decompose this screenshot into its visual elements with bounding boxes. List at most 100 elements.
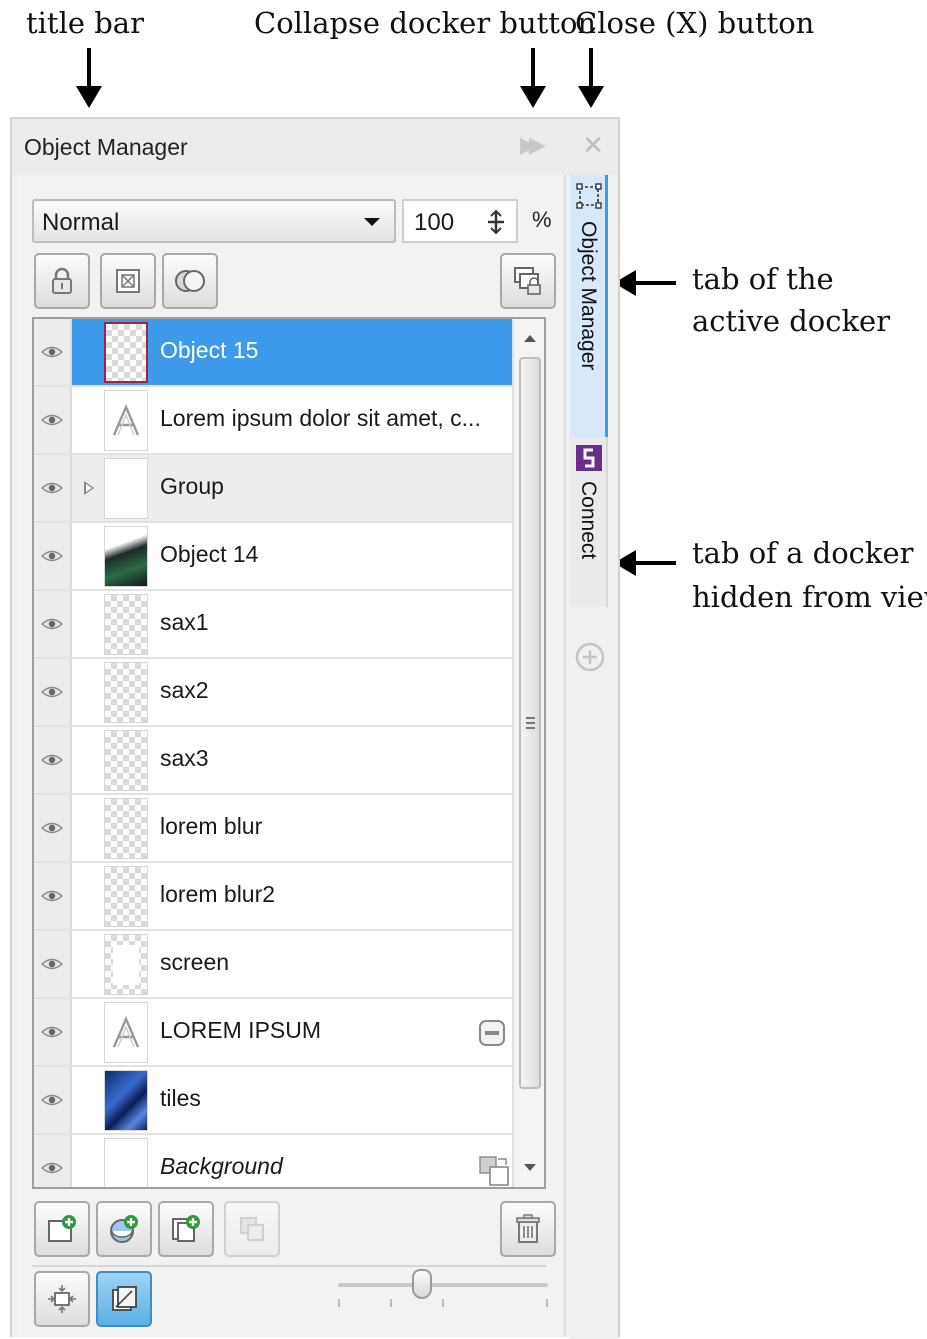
tab-connect[interactable]: Connect <box>570 437 608 607</box>
visibility-eye-icon[interactable] <box>34 319 72 385</box>
show-thumbnails-button[interactable] <box>96 1271 152 1327</box>
scroll-down-icon[interactable] <box>524 1164 536 1171</box>
layer-row[interactable]: Object 15 <box>34 319 512 387</box>
visibility-eye-icon[interactable] <box>34 795 72 861</box>
layer-row[interactable]: Lorem ipsum dolor sit amet, c... <box>34 387 512 455</box>
object-list: Background tiles LOREM IPSUM screen lorem bl… <box>32 317 546 1189</box>
trash-icon <box>516 1214 540 1243</box>
scroll-up-icon[interactable] <box>524 335 536 342</box>
title-bar: Object Manager ▶▶ ✕ <box>12 119 618 175</box>
layer-thumbnail <box>104 458 148 519</box>
opacity-value: 100 <box>414 209 455 236</box>
visibility-eye-icon[interactable] <box>34 387 72 453</box>
layer-label: Lorem ipsum dolor sit amet, c... <box>160 405 481 431</box>
visibility-eye-icon[interactable] <box>34 659 72 725</box>
layer-row[interactable]: lorem blur2 <box>34 863 512 931</box>
opacity-unit: % <box>532 207 552 232</box>
thumbnail-size-slider[interactable] <box>338 1283 548 1287</box>
layer-thumbnail <box>104 730 148 791</box>
layer-thumbnail <box>104 594 148 655</box>
layer-thumbnail <box>104 526 148 587</box>
new-master-layer-button[interactable] <box>96 1201 152 1257</box>
chevron-down-icon <box>364 218 380 226</box>
annotation-title-bar: title bar <box>26 6 144 40</box>
layer-row[interactable]: screen <box>34 931 512 999</box>
connect-icon <box>576 445 602 471</box>
layer-label: LOREM IPSUM <box>160 1017 322 1043</box>
docker-tab-strip: Object Manager Connect <box>570 175 618 1339</box>
visibility-eye-icon[interactable] <box>34 455 72 521</box>
tab-label-object-manager: Object Manager <box>577 221 600 371</box>
blend-mode-value: Normal <box>42 209 120 236</box>
tab-label-connect: Connect <box>577 481 600 560</box>
annotation-active-tab-2: active docker <box>692 304 891 338</box>
arrow-close-button <box>578 48 604 108</box>
delete-button[interactable] <box>500 1201 556 1257</box>
layer-row[interactable]: Background <box>34 1135 512 1187</box>
annotation-hidden-tab-1: tab of a docker <box>692 536 914 570</box>
layer-row[interactable]: LOREM IPSUM <box>34 999 512 1067</box>
layer-label: screen <box>160 949 230 975</box>
expand-triangle-icon[interactable] <box>84 481 94 495</box>
layer-label: sax1 <box>160 609 209 635</box>
blend-mode-select[interactable]: Normal <box>32 199 396 243</box>
collapse-docker-button[interactable]: ▶▶ <box>520 133 554 163</box>
thumbnails-icon <box>112 1286 137 1311</box>
grip-icon <box>526 717 535 732</box>
layer-thumbnail <box>104 322 148 383</box>
visibility-eye-icon[interactable] <box>34 1135 72 1187</box>
layer-thumbnail <box>104 934 148 995</box>
visibility-eye-icon[interactable] <box>34 931 72 997</box>
layer-label: lorem blur2 <box>160 881 276 907</box>
lock-icon <box>52 267 72 294</box>
add-docker-icon[interactable] <box>574 641 606 673</box>
combine-mask-button[interactable] <box>162 253 218 309</box>
slider-ticks <box>338 1299 548 1309</box>
layer-row[interactable]: lorem blur <box>34 795 512 863</box>
lock-button[interactable] <box>34 253 90 309</box>
new-page-button[interactable] <box>158 1201 214 1257</box>
visibility-eye-icon[interactable] <box>34 523 72 589</box>
layer-thumbnail <box>104 866 148 927</box>
layer-row[interactable]: tiles <box>34 1067 512 1135</box>
layer-row[interactable]: sax1 <box>34 591 512 659</box>
text-frame-icon <box>478 1019 506 1047</box>
visibility-eye-icon[interactable] <box>34 591 72 657</box>
toolbar-divider <box>32 1265 546 1267</box>
visibility-eye-icon[interactable] <box>34 727 72 793</box>
arrow-title-bar <box>76 48 102 108</box>
layer-row[interactable]: Group <box>34 455 512 523</box>
move-to-layer-icon <box>240 1217 264 1241</box>
layer-row[interactable]: sax2 <box>34 659 512 727</box>
close-docker-button[interactable]: ✕ <box>578 131 608 161</box>
arrow-hidden-tab <box>614 550 676 576</box>
layer-label: tiles <box>160 1085 201 1111</box>
arrow-active-tab <box>614 270 676 296</box>
layer-row[interactable]: sax3 <box>34 727 512 795</box>
visibility-eye-icon[interactable] <box>34 999 72 1065</box>
layer-label: sax3 <box>160 745 209 771</box>
arrow-collapse-docker <box>520 48 546 108</box>
new-master-layer-icon <box>110 1215 138 1243</box>
visibility-eye-icon[interactable] <box>34 863 72 929</box>
docker-title: Object Manager <box>24 134 188 160</box>
vertical-scrollbar[interactable] <box>512 319 544 1187</box>
spin-arrows-icon[interactable] <box>482 207 510 237</box>
clip-frame-button[interactable] <box>100 253 156 309</box>
visibility-eye-icon[interactable] <box>34 1067 72 1133</box>
layer-label: sax2 <box>160 677 209 703</box>
move-to-layer-button[interactable] <box>224 1201 280 1257</box>
layer-options-button[interactable] <box>500 253 556 309</box>
layer-label: Group <box>160 473 224 499</box>
opacity-input[interactable]: 100 <box>402 199 518 243</box>
overlap-circles-icon <box>175 270 205 292</box>
object-manager-panel: Normal 100 % Background tiles LOREM IPSU… <box>18 175 566 1337</box>
page-background-icon <box>478 1155 509 1186</box>
scrollbar-thumb[interactable] <box>519 357 541 1089</box>
layer-row[interactable]: Object 14 <box>34 523 512 591</box>
annotation-active-tab-1: tab of the <box>692 262 834 296</box>
new-layer-button[interactable] <box>34 1201 90 1257</box>
text-object-icon <box>104 1002 148 1063</box>
slider-thumb[interactable] <box>412 1269 432 1299</box>
show-properties-button[interactable] <box>34 1271 90 1327</box>
